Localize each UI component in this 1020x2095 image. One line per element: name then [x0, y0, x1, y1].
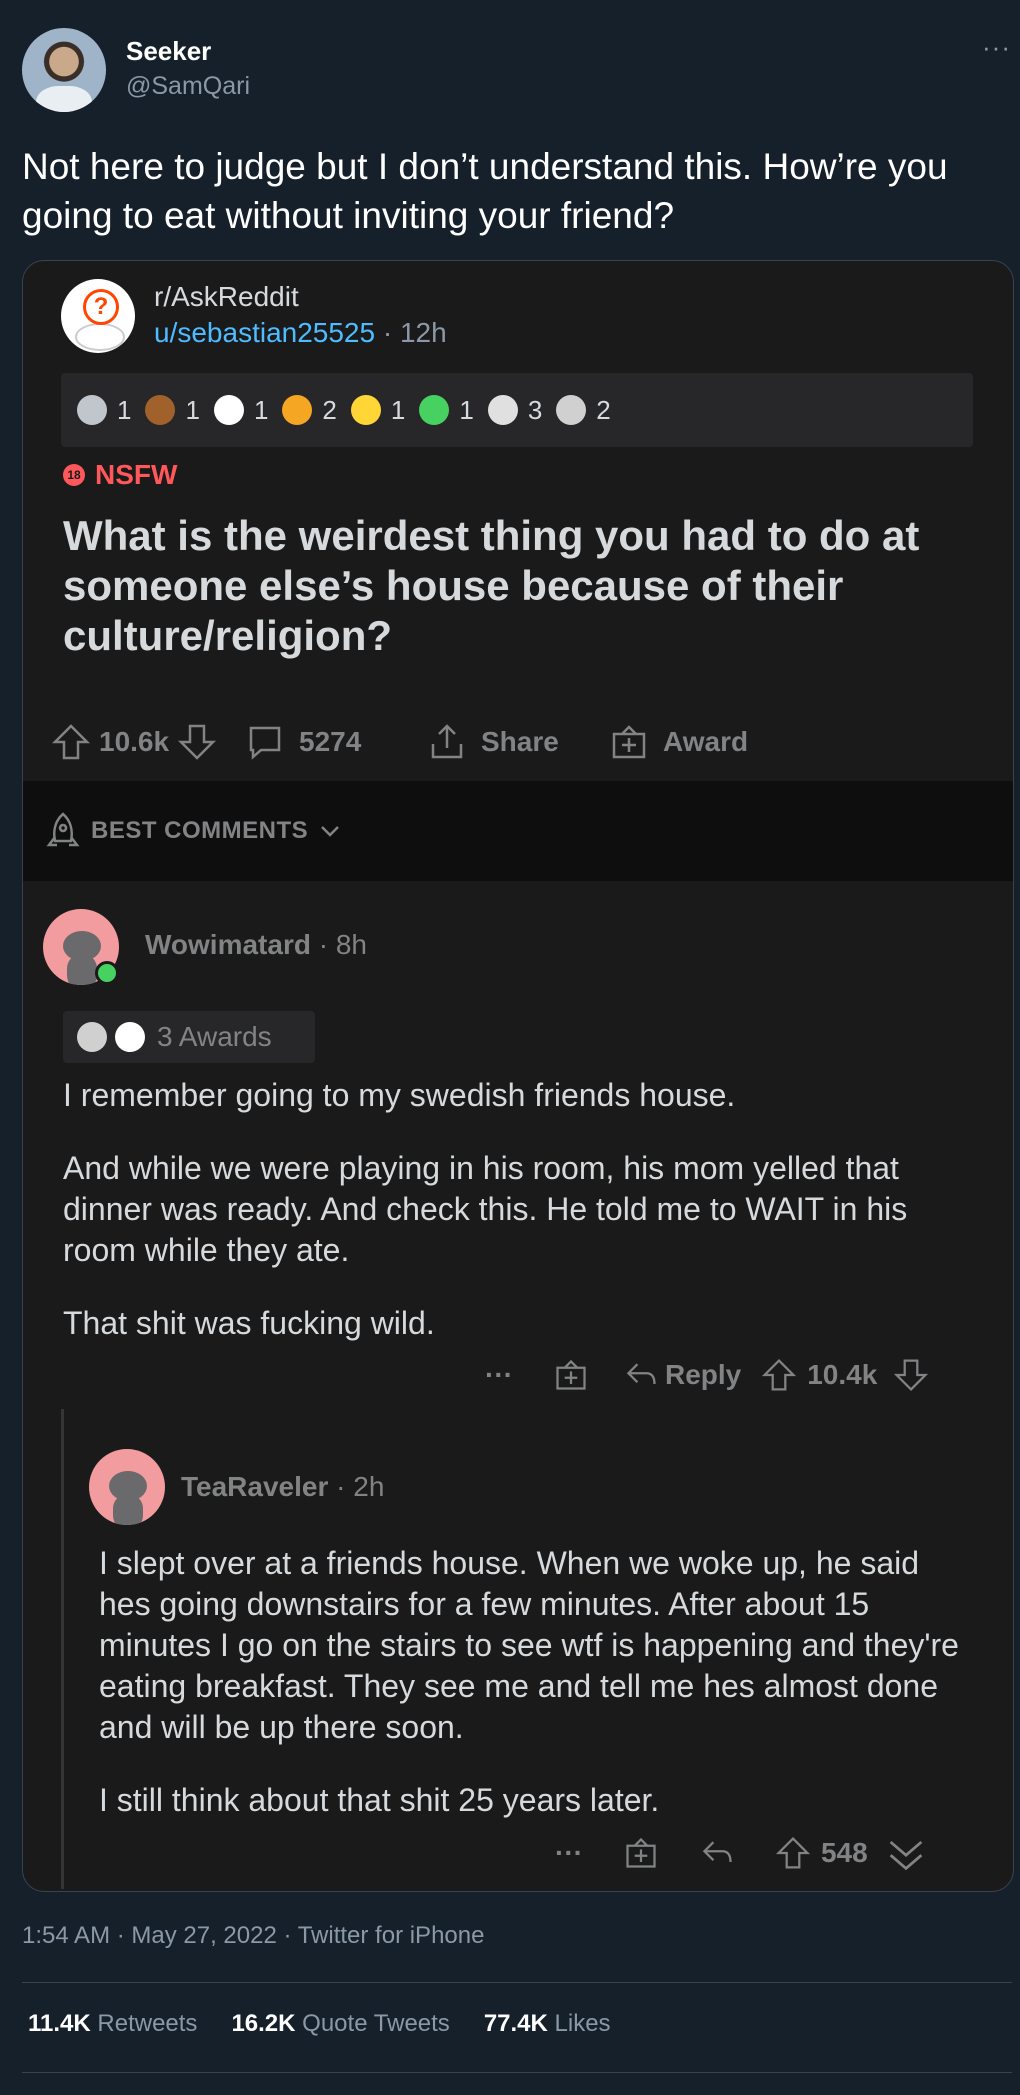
comment-author-name: Wowimatard [145, 929, 311, 960]
collapse-chevron-icon [889, 1840, 922, 1871]
post-share-button: Share [427, 707, 559, 777]
award-label: Award [663, 726, 749, 757]
quote-tweets-label: Quote Tweets [302, 2010, 450, 2037]
comment-action-bar: ··· 548 [555, 1831, 928, 1875]
comment-time: 2h [353, 1471, 385, 1502]
comment-awards-label: 3 Awards [157, 1021, 272, 1052]
comment-paragraph: I slept over at a friends house. When we… [99, 1545, 959, 1745]
comment-sort-bar: BEST COMMENTS [23, 781, 1013, 881]
reply-icon [626, 1363, 656, 1385]
online-status-indicator [95, 961, 119, 985]
subreddit-name: r/AskReddit [154, 281, 299, 312]
author-handle[interactable]: @SamQari [126, 72, 250, 101]
tweet-text: Not here to judge but I don’t understand… [22, 146, 948, 236]
nsfw-label: NSFW [95, 459, 178, 490]
comment-paragraph: I still think about that shit 25 years l… [99, 1782, 660, 1818]
upvote-icon [51, 724, 91, 760]
rocket-icon [46, 812, 80, 847]
comment-more-icon: ··· [555, 1837, 583, 1868]
award-item: 2 [556, 395, 611, 426]
comment-body: I slept over at a friends house. When we… [99, 1543, 979, 1853]
divider [22, 2072, 1012, 2073]
subreddit-icon: ? [61, 279, 135, 353]
likes-count: 77.4K [483, 2010, 548, 2037]
gift-icon [626, 1837, 656, 1868]
reply-icon [702, 1841, 732, 1863]
award-item: 1 [77, 395, 131, 426]
quote-tweets-stat[interactable]: 16.2K Quote Tweets [231, 2010, 449, 2038]
commenter-avatar [89, 1449, 165, 1525]
post-title: What is the weirdest thing you had to do… [63, 512, 920, 659]
comment-paragraph: And while we were playing in his room, h… [63, 1150, 908, 1268]
award-item: 2 [282, 395, 337, 426]
chevron-down-icon [321, 826, 340, 837]
post-time: 12h [399, 317, 447, 348]
reply-label: Reply [664, 1359, 742, 1390]
comment-paragraph: I remember going to my swedish friends h… [63, 1077, 736, 1113]
award-item: 1 [213, 395, 268, 426]
bear-award-icon [145, 395, 176, 425]
retweets-label: Retweets [97, 2010, 198, 2037]
party-award-icon [350, 395, 381, 425]
comment-awards: 3 Awards [63, 1011, 315, 1063]
handshake-award-icon [77, 1022, 107, 1052]
nsfw-18-icon: 18 [63, 464, 85, 486]
award-item: 1 [419, 395, 474, 426]
comment-vote-count: 10.4k [807, 1359, 878, 1390]
post-action-bar: 10.6k 5274 Share Award [23, 707, 1013, 777]
award-item: 3 [487, 395, 542, 426]
nsfw-tag: 18 NSFW [63, 459, 177, 491]
comment-vote-count: 548 [820, 1837, 868, 1868]
thread-line [61, 1409, 64, 1889]
snake-award-icon [419, 395, 450, 425]
comment-time: 8h [335, 929, 367, 960]
retweets-stat[interactable]: 11.4K Retweets [28, 2010, 197, 2038]
tweet-stats: 11.4K Retweets 16.2K Quote Tweets 77.4K … [28, 2010, 645, 2038]
divider [22, 1982, 1012, 1983]
post-award-button: Award [609, 707, 748, 777]
embedded-reddit-image[interactable]: ? r/AskReddit u/sebastian25525 · 12h 1 1… [22, 260, 1014, 1892]
post-awards-bar: 1 1 1 2 1 1 3 2 [61, 373, 973, 447]
snoo-award-icon [213, 395, 244, 425]
downvote-icon [894, 1359, 929, 1391]
heart-eyes-award-icon [282, 395, 313, 425]
comment-author: Wowimatard · 8h [145, 929, 367, 960]
quote-tweets-count: 16.2K [231, 2010, 296, 2037]
post-author: u/sebastian25525 [154, 317, 376, 348]
comment-icon [249, 726, 281, 760]
likes-stat[interactable]: 77.4K Likes [484, 2010, 611, 2038]
likes-label: Likes [554, 2010, 611, 2037]
comment-paragraph: That shit was fucking wild. [63, 1305, 435, 1341]
award-item: 1 [145, 395, 200, 426]
share-icon [431, 724, 463, 759]
post-comment-count: 5274 [299, 726, 362, 757]
upvote-icon [762, 1359, 797, 1391]
award-item: 1 [350, 395, 405, 426]
retweets-count: 11.4K [28, 2010, 91, 2037]
gift-icon [612, 725, 646, 759]
post-vote-count: 10.6k [99, 726, 170, 757]
sort-label: BEST COMMENTS [91, 817, 309, 844]
tweet-timestamp[interactable]: 1:54 AM · May 27, 2022 · Twitter for iPh… [22, 1922, 484, 1950]
comment-action-bar: ··· Reply 10.4k [485, 1357, 929, 1393]
author-avatar[interactable] [22, 28, 106, 112]
author-name[interactable]: Seeker [126, 36, 211, 67]
snoo-award-icon [115, 1022, 145, 1052]
share-label: Share [481, 726, 559, 757]
post-vote-group: 10.6k [51, 707, 217, 777]
gift-icon [556, 1359, 586, 1390]
post-meta: u/sebastian25525 · 12h [154, 317, 447, 348]
comment-body: I remember going to my swedish friends h… [63, 1075, 963, 1376]
comment-author-name: TeaRaveler [181, 1471, 329, 1502]
more-options-icon[interactable]: ··· [982, 32, 1011, 63]
comment-more-icon: ··· [485, 1359, 513, 1390]
s-coin-award-icon [487, 395, 518, 425]
handshake-award-icon [556, 395, 587, 425]
silver-award-icon [77, 395, 107, 425]
comment-author: TeaRaveler · 2h [181, 1471, 385, 1502]
upvote-icon [775, 1837, 811, 1869]
downvote-icon [178, 724, 217, 760]
post-comments-button: 5274 [245, 707, 361, 777]
